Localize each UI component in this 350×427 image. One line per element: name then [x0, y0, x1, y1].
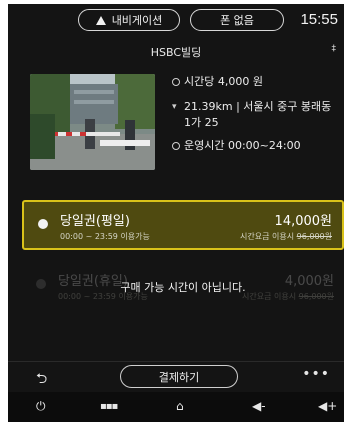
- option-note: 시간요금 이용시 96,000원: [240, 232, 332, 241]
- parking-detail-screen: 내비게이션 폰 없음 15:55 HSBC빌딩 ‡ 시간당 4,000 원 ▾ …: [8, 4, 344, 422]
- parking-lot-photo: [30, 74, 155, 170]
- option-price: 14,000원: [274, 214, 332, 229]
- clock-icon: [172, 75, 184, 92]
- ticket-option-holiday: 당일권(휴일) 00:00 ~ 23:59 이용가능 4,000원 시간요금 이…: [22, 262, 344, 312]
- home-icon[interactable]: ⌂: [176, 399, 184, 413]
- hours-text: 운영시간 00:00~24:00: [184, 139, 301, 152]
- option-time: 00:00 ~ 23:59 이용가능: [60, 232, 150, 241]
- phone-status-label: 폰 없음: [220, 14, 254, 27]
- action-bar: ⮌ 결제하기 •••: [8, 361, 344, 391]
- phone-status-button[interactable]: 폰 없음: [190, 9, 284, 31]
- navigation-arrow-icon: [95, 15, 106, 25]
- page-title: HSBC빌딩: [150, 46, 202, 59]
- address-line2: 1가 25: [184, 116, 219, 129]
- navigation-label: 내비게이션: [111, 14, 163, 27]
- unavailable-message: 구매 가능 시간이 아닙니다.: [120, 281, 246, 294]
- parking-info: 시간당 4,000 원 ▾ 21.39km | 서울시 중구 봉래동 1가 25…: [172, 74, 342, 163]
- strike-price: 96,000원: [296, 232, 332, 241]
- rate-text: 시간당 4,000 원: [184, 75, 263, 88]
- hours-row: 운영시간 00:00~24:00: [172, 138, 342, 156]
- address-line1: 서울시 중구 봉래동: [243, 100, 332, 113]
- hours-icon: [172, 139, 184, 156]
- pin-icon[interactable]: ‡: [332, 44, 337, 54]
- apps-icon[interactable]: ▪▪▪: [100, 401, 118, 412]
- volume-up-icon[interactable]: ◀+: [318, 399, 337, 413]
- radio-selected[interactable]: [38, 219, 48, 229]
- status-bar: 내비게이션 폰 없음 15:55: [8, 4, 344, 36]
- ticket-option-weekday[interactable]: 당일권(평일) 00:00 ~ 23:59 이용가능 14,000원 시간요금 …: [22, 200, 344, 250]
- address-row: ▾ 21.39km | 서울시 중구 봉래동 1가 25: [172, 99, 342, 131]
- clock: 15:55: [300, 11, 338, 28]
- pay-button[interactable]: 결제하기: [120, 365, 238, 388]
- back-icon[interactable]: ⮌: [36, 368, 47, 392]
- more-icon[interactable]: •••: [302, 366, 330, 382]
- volume-down-icon[interactable]: ◀-: [252, 399, 266, 413]
- navigation-button[interactable]: 내비게이션: [78, 9, 180, 31]
- rate-row: 시간당 4,000 원: [172, 74, 342, 92]
- power-icon[interactable]: ⏻: [36, 399, 46, 414]
- location-icon: ▾: [172, 102, 177, 112]
- system-bar: ⏻ ▪▪▪ ⌂ ◀- ◀+: [8, 392, 344, 422]
- distance-text: 21.39km: [184, 100, 233, 113]
- option-name: 당일권(평일): [60, 214, 130, 229]
